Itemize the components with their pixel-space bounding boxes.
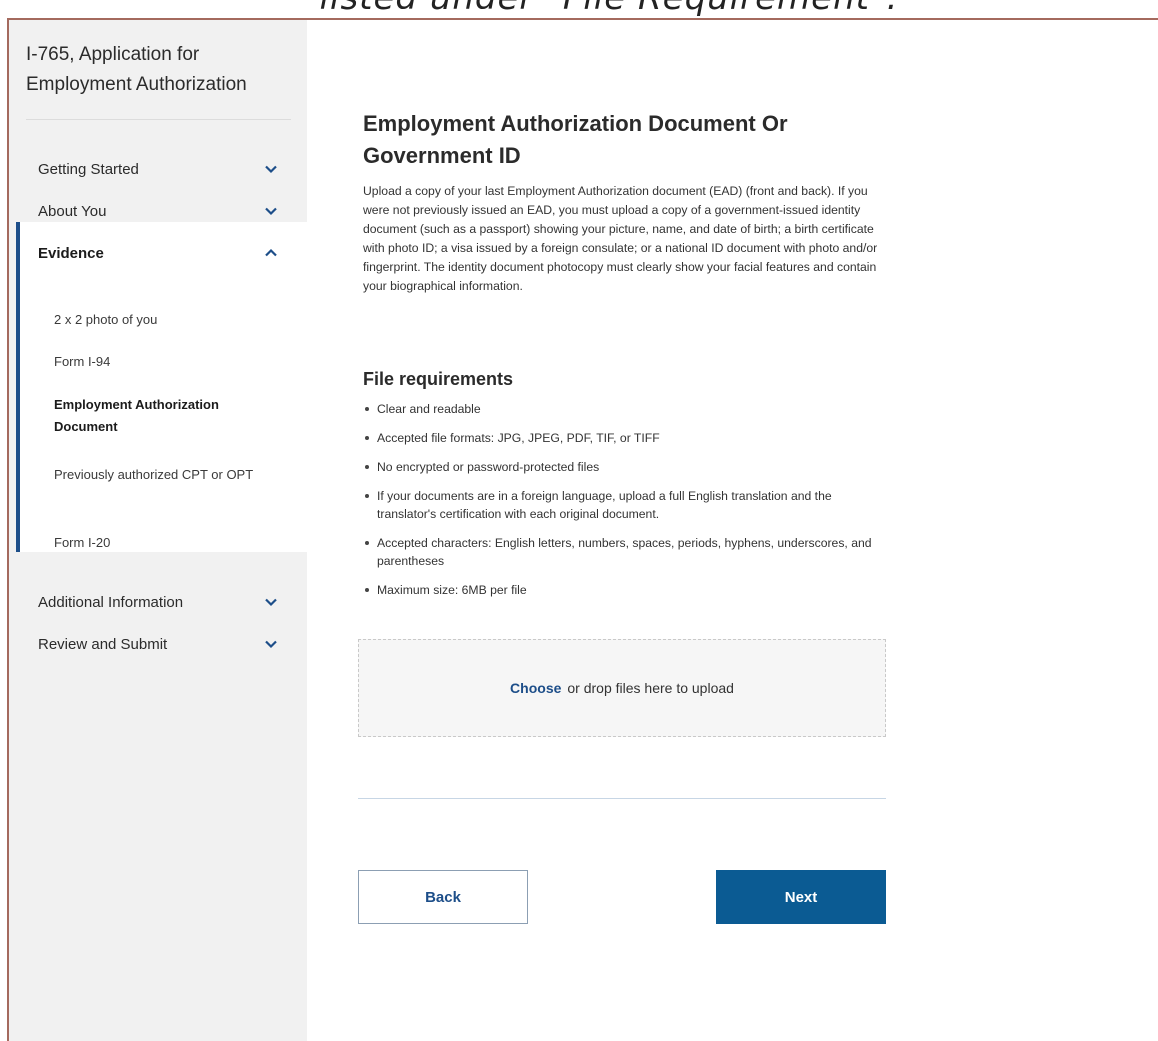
sidebar-item-review-submit[interactable]: Review and Submit (38, 630, 278, 658)
file-dropzone[interactable]: Choose or drop files here to upload (358, 639, 886, 737)
list-item: Accepted file formats: JPG, JPEG, PDF, T… (363, 429, 888, 447)
sidebar-item-about-you[interactable]: About You (38, 197, 278, 225)
sidebar-item-evidence[interactable]: Evidence (38, 239, 278, 267)
page-title: Employment Authorization Document Or Gov… (363, 111, 788, 168)
divider (358, 798, 886, 799)
evidence-section (16, 222, 307, 552)
sidebar-item-label: Getting Started (38, 160, 139, 178)
chevron-down-icon (264, 637, 278, 651)
sidebar-item-label: About You (38, 202, 107, 220)
chevron-down-icon (264, 595, 278, 609)
sidebar-item-getting-started[interactable]: Getting Started (38, 155, 278, 183)
list-item: Accepted characters: English letters, nu… (363, 534, 888, 570)
sidebar-item-additional-information[interactable]: Additional Information (38, 588, 278, 616)
file-requirements-heading: File requirements (363, 369, 514, 389)
sidebar-item-label: Evidence (38, 244, 104, 262)
sidebar-subitem-ead[interactable]: Employment Authorization Document (54, 394, 264, 438)
list-item: Clear and readable (363, 400, 888, 418)
sidebar-item-label: Additional Information (38, 593, 184, 611)
chevron-up-icon (264, 246, 278, 260)
form-title: I-765, Application for Employment Author… (26, 44, 247, 95)
chevron-down-icon (264, 162, 278, 176)
sidebar-subitem-form-i20[interactable]: Form I-20 (54, 532, 264, 554)
chevron-down-icon (264, 204, 278, 218)
file-requirements-list: Clear and readable Accepted file formats… (363, 400, 888, 610)
sidebar-subitem-photo[interactable]: 2 x 2 photo of you (54, 309, 264, 331)
sidebar-subitem-form-i94[interactable]: Form I-94 (54, 351, 264, 373)
intro-text: Upload a copy of your last Employment Au… (363, 184, 878, 293)
choose-file-link[interactable]: Choose (510, 680, 561, 696)
sidebar-item-label: Review and Submit (38, 635, 168, 653)
list-item: No encrypted or password-protected files (363, 458, 888, 476)
list-item: If your documents are in a foreign langu… (363, 487, 888, 523)
back-button[interactable]: Back (358, 870, 528, 924)
next-button[interactable]: Next (716, 870, 886, 924)
cropped-caption: listed under "File Requirement". (0, 0, 1158, 18)
sidebar-subitem-cpt-opt[interactable]: Previously authorized CPT or OPT (54, 464, 264, 486)
dropzone-text: or drop files here to upload (567, 680, 734, 696)
list-item: Maximum size: 6MB per file (363, 581, 888, 599)
sidebar-divider (26, 119, 291, 120)
